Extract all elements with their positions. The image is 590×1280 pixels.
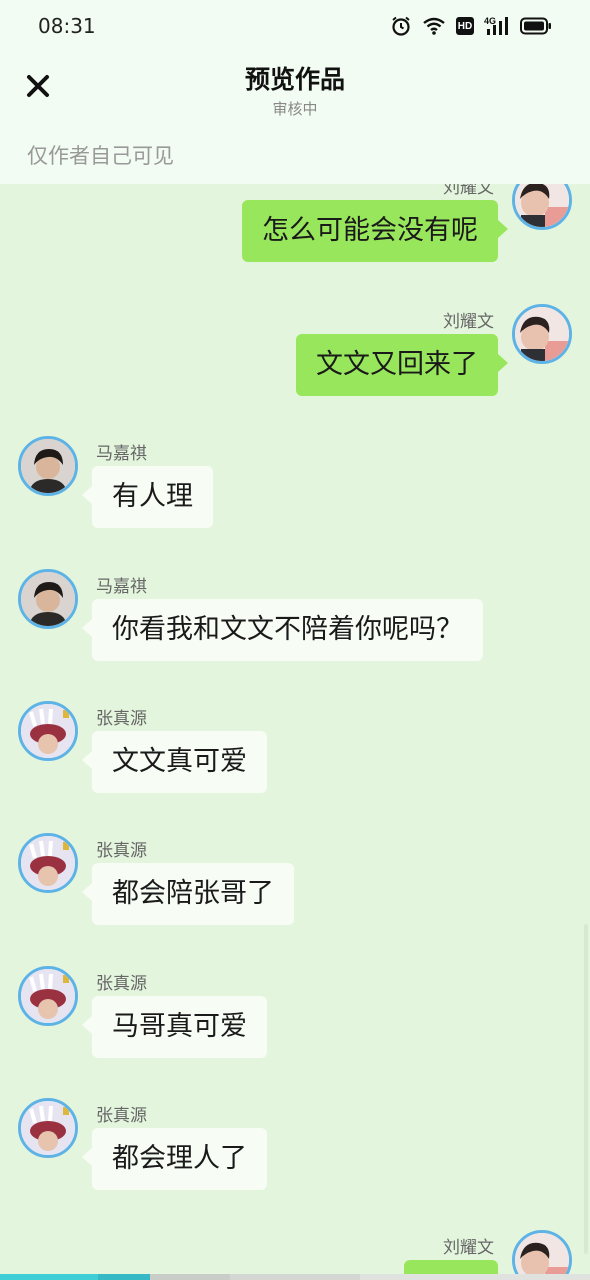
- review-status: 审核中: [272, 100, 318, 118]
- avatar[interactable]: [18, 966, 78, 1026]
- avatar[interactable]: [512, 1230, 572, 1280]
- sender-name: 马嘉祺: [96, 444, 147, 464]
- sender-name: 刘耀文: [443, 184, 494, 198]
- chat-list[interactable]: 刘耀文 怎么可能会没有呢 刘耀文 文文又回来了 马嘉祺 有人理 马嘉祺 你看我和…: [0, 184, 590, 1280]
- sender-name: 张真源: [96, 974, 147, 994]
- message-bubble[interactable]: 有人理: [82, 466, 213, 528]
- message-bubble[interactable]: 你看我和文文不陪着你呢吗？: [82, 599, 483, 661]
- sender-name: 刘耀文: [443, 1238, 494, 1258]
- wifi-icon: [422, 16, 446, 36]
- sender-name: 张真源: [96, 841, 147, 861]
- alarm-icon: [390, 15, 412, 37]
- message-bubble[interactable]: 怎么可能会没有呢: [242, 200, 508, 262]
- network-label: 4G: [484, 16, 496, 26]
- scrollbar[interactable]: [584, 924, 588, 1254]
- status-bar: 08:31 HD 4G: [0, 0, 590, 52]
- avatar[interactable]: [512, 304, 572, 364]
- sender-name: 张真源: [96, 709, 147, 729]
- avatar[interactable]: [18, 436, 78, 496]
- message-bubble[interactable]: 都会理人了: [82, 1128, 267, 1190]
- avatar[interactable]: [18, 701, 78, 761]
- avatar[interactable]: [18, 833, 78, 893]
- sender-name: 张真源: [96, 1106, 147, 1126]
- avatar[interactable]: [18, 1098, 78, 1158]
- message-bubble[interactable]: 文文真可爱: [82, 731, 267, 793]
- status-icons: HD 4G: [390, 14, 552, 38]
- battery-icon: [520, 17, 552, 35]
- message-bubble[interactable]: 马哥真可爱: [82, 996, 267, 1058]
- page-title: 预览作品: [244, 65, 345, 94]
- hd-icon: HD: [456, 17, 474, 35]
- message-bubble[interactable]: 文文又回来了: [296, 334, 508, 396]
- header: 08:31 HD 4G 预览作品 审核中 仅作者自己可见: [0, 0, 590, 184]
- sender-name: 刘耀文: [443, 312, 494, 332]
- signal-4g-icon: 4G: [484, 15, 510, 37]
- visibility-note: 仅作者自己可见: [27, 144, 174, 168]
- avatar[interactable]: [18, 569, 78, 629]
- bottom-progress-bar: [0, 1274, 590, 1280]
- sender-name: 马嘉祺: [96, 577, 147, 597]
- message-bubble[interactable]: 都会陪张哥了: [82, 863, 294, 925]
- avatar[interactable]: [512, 184, 572, 230]
- status-time: 08:31: [38, 14, 96, 38]
